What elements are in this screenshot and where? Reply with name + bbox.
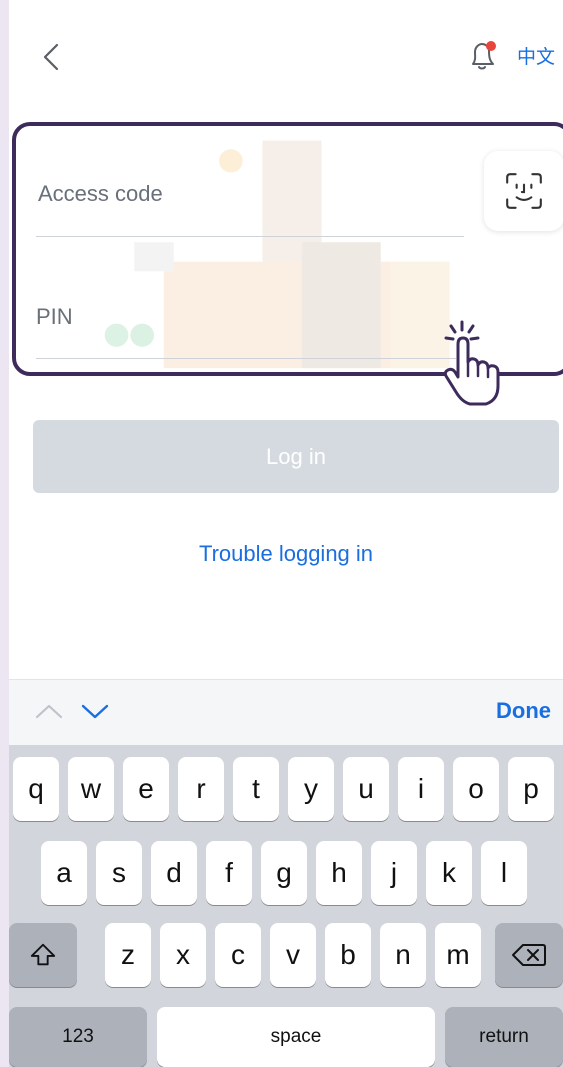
done-button[interactable]: Done bbox=[496, 698, 551, 724]
key-i[interactable]: i bbox=[398, 757, 444, 821]
key-e[interactable]: e bbox=[123, 757, 169, 821]
access-code-underline bbox=[36, 236, 464, 237]
key-w[interactable]: w bbox=[68, 757, 114, 821]
bell-icon bbox=[472, 41, 496, 70]
login-button[interactable]: Log in bbox=[33, 420, 559, 493]
key-p[interactable]: p bbox=[508, 757, 554, 821]
access-code-label: Access code bbox=[38, 181, 163, 206]
key-z[interactable]: z bbox=[105, 923, 151, 987]
key-y[interactable]: y bbox=[288, 757, 334, 821]
key-b[interactable]: b bbox=[325, 923, 371, 987]
key-t[interactable]: t bbox=[233, 757, 279, 821]
key-j[interactable]: j bbox=[371, 841, 417, 905]
key-v[interactable]: v bbox=[270, 923, 316, 987]
pin-underline bbox=[36, 358, 456, 359]
key-s[interactable]: s bbox=[96, 841, 142, 905]
key-m[interactable]: m bbox=[435, 923, 481, 987]
back-button[interactable] bbox=[37, 40, 67, 74]
key-d[interactable]: d bbox=[151, 841, 197, 905]
trouble-logging-in-link[interactable]: Trouble logging in bbox=[9, 541, 563, 567]
key-n[interactable]: n bbox=[380, 923, 426, 987]
key-x[interactable]: x bbox=[160, 923, 206, 987]
key-o[interactable]: o bbox=[453, 757, 499, 821]
keyboard-accessory-bar: Done bbox=[9, 679, 563, 746]
chevron-up-icon bbox=[35, 704, 63, 719]
shift-key[interactable] bbox=[9, 923, 77, 987]
key-k[interactable]: k bbox=[426, 841, 472, 905]
key-q[interactable]: q bbox=[13, 757, 59, 821]
notification-button[interactable] bbox=[467, 38, 499, 72]
return-key[interactable]: return bbox=[445, 1007, 563, 1067]
numbers-key[interactable]: 123 bbox=[9, 1007, 147, 1067]
notification-dot bbox=[486, 41, 496, 51]
delete-key[interactable] bbox=[495, 923, 563, 987]
key-u[interactable]: u bbox=[343, 757, 389, 821]
shift-icon bbox=[30, 943, 56, 966]
key-l[interactable]: l bbox=[481, 841, 527, 905]
language-toggle[interactable]: 中文 bbox=[517, 42, 555, 69]
chevron-left-icon bbox=[43, 43, 59, 71]
key-r[interactable]: r bbox=[178, 757, 224, 821]
face-id-button[interactable] bbox=[484, 151, 563, 231]
key-c[interactable]: c bbox=[215, 923, 261, 987]
space-key[interactable]: space bbox=[157, 1007, 435, 1067]
key-g[interactable]: g bbox=[261, 841, 307, 905]
key-f[interactable]: f bbox=[206, 841, 252, 905]
key-h[interactable]: h bbox=[316, 841, 362, 905]
backspace-icon bbox=[512, 944, 546, 966]
pin-label: PIN bbox=[36, 304, 73, 329]
keyboard: qwertyuiop asdfghjkl zxcvbnm 123 space r… bbox=[9, 745, 563, 1067]
hand-pointer-icon bbox=[443, 320, 500, 406]
face-id-icon bbox=[506, 173, 542, 209]
pin-field[interactable] bbox=[36, 298, 464, 358]
key-a[interactable]: a bbox=[41, 841, 87, 905]
login-screen: 中文 Access code PIN Log in Trouble loggin… bbox=[9, 0, 563, 1067]
chevron-down-icon[interactable] bbox=[79, 700, 111, 722]
